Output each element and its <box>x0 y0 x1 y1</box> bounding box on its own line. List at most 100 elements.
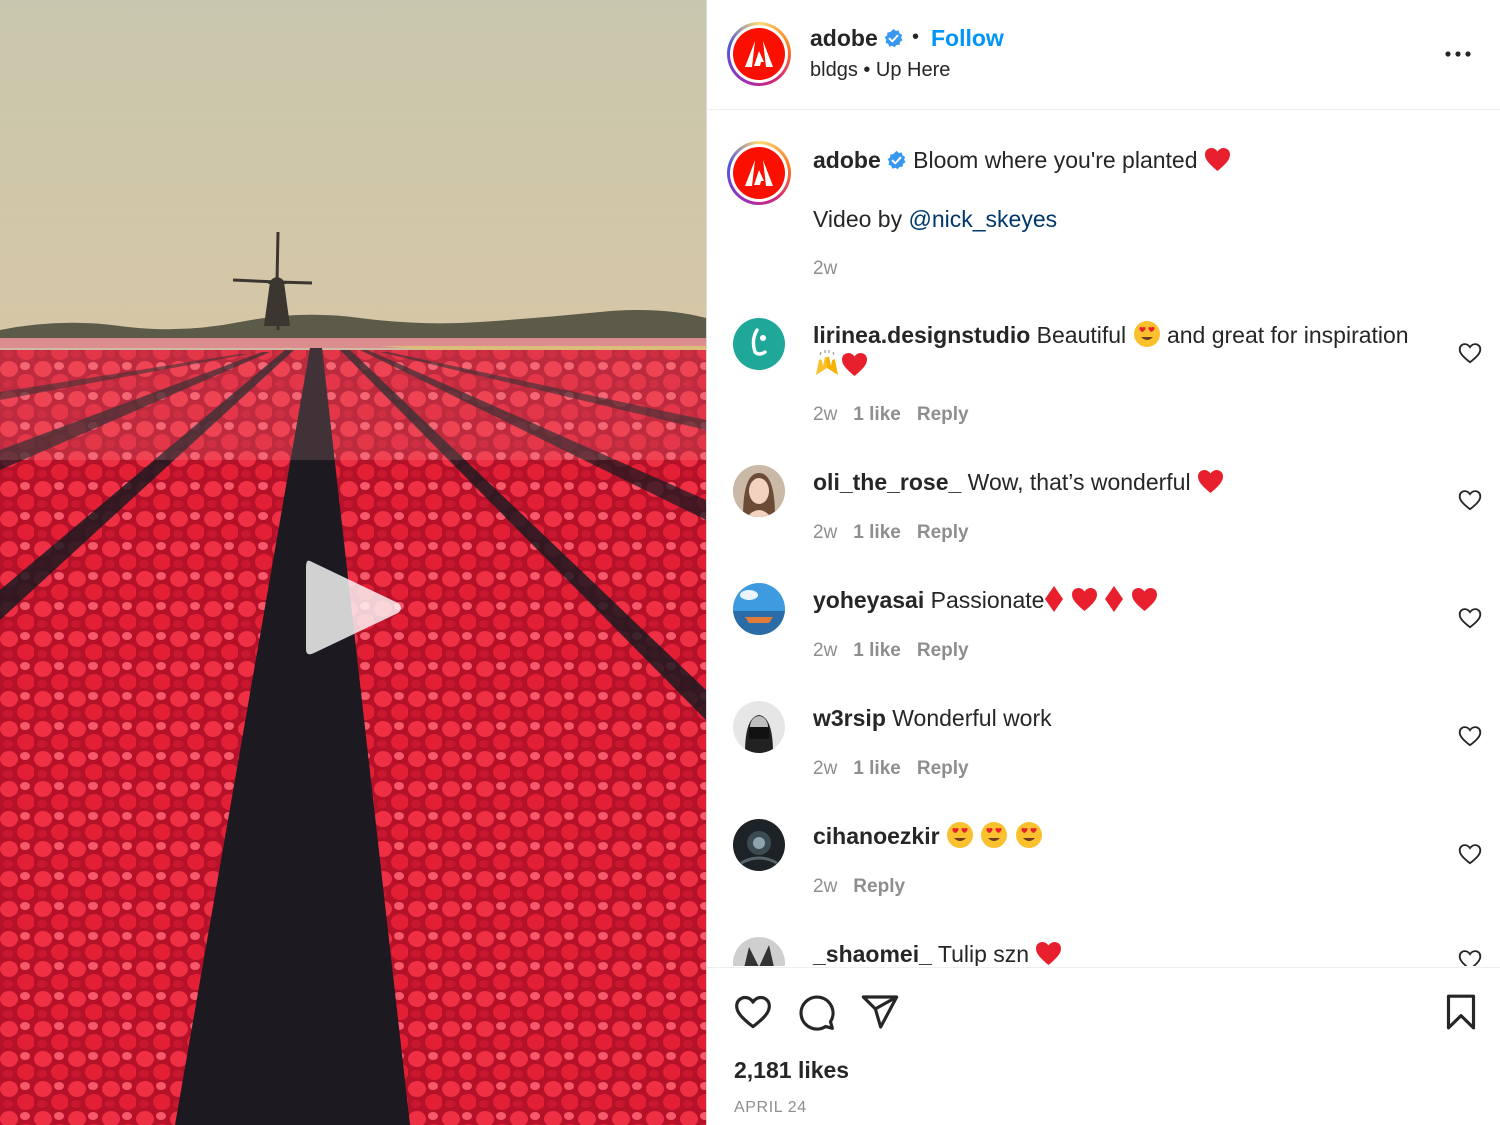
comment-body: Wonderful work <box>885 705 1052 731</box>
comment-time[interactable]: 2w <box>813 758 837 779</box>
bookmark-icon[interactable] <box>1441 992 1481 1032</box>
comment-body: Wow, that’s wonderful <box>961 469 1197 495</box>
comment-like-heart-icon[interactable] <box>1457 487 1483 513</box>
diamond-suit-emoji-icon <box>1105 586 1124 612</box>
comment-meta: 2w 1 like Reply <box>813 404 985 426</box>
reply-button[interactable]: Reply <box>853 876 905 897</box>
comment-avatar[interactable] <box>733 701 785 753</box>
author-username-text[interactable]: adobe <box>810 25 878 51</box>
caption-username[interactable]: adobe <box>813 147 881 173</box>
comment-username[interactable]: oli_the_rose_ <box>813 469 961 495</box>
comments-list[interactable]: adobe Bloom where you're planted Video b… <box>707 111 1500 966</box>
play-icon <box>306 560 401 655</box>
author-avatar[interactable] <box>727 22 791 86</box>
comment-meta: 2w 1 like Reply <box>813 640 985 662</box>
comment-likes[interactable]: 1 like <box>853 522 901 543</box>
comment-body-part1: Beautiful <box>1030 322 1133 348</box>
heart-eyes-emoji-icon <box>946 822 973 848</box>
caption: adobe Bloom where you're planted <box>813 147 1231 174</box>
avatar-landscape-icon <box>733 583 785 635</box>
follow-button[interactable]: Follow <box>931 25 1004 52</box>
comment-username[interactable]: cihanoezkir <box>813 823 940 849</box>
credit-mention-link[interactable]: @nick_skeyes <box>908 206 1057 232</box>
comment-avatar[interactable] <box>733 937 785 966</box>
post-media[interactable] <box>0 0 706 1125</box>
comment-avatar[interactable] <box>733 465 785 517</box>
audio-attribution[interactable]: bldgs • Up Here <box>810 59 950 82</box>
comment-likes[interactable]: 1 like <box>853 404 901 425</box>
post-date[interactable]: APRIL 24 <box>734 1099 807 1117</box>
adobe-logo-icon <box>745 41 773 67</box>
comment-body-part2: and great for inspiration <box>1160 322 1409 348</box>
verified-badge-icon <box>887 150 906 170</box>
comment-like-heart-icon[interactable] <box>1457 723 1483 749</box>
comment-meta: 2w Reply <box>813 876 921 898</box>
reply-button[interactable]: Reply <box>917 640 969 661</box>
heart-eyes-emoji-icon <box>1015 822 1042 848</box>
comment-like-heart-icon[interactable] <box>1457 340 1483 366</box>
heart-eyes-emoji-icon <box>1133 321 1160 347</box>
comment-text: w3rsip Wonderful work <box>813 703 1423 733</box>
post-side-panel: adobe • Follow bldgs • Up Here adobe Blo… <box>706 0 1500 1125</box>
red-heart-emoji-icon <box>1036 942 1062 965</box>
comment-text: yoheyasai Passionate <box>813 585 1423 615</box>
comment-text: cihanoezkir <box>813 821 1423 851</box>
caption-text: Bloom where you're planted <box>913 147 1198 173</box>
header-separator: • <box>912 26 920 48</box>
heart-eyes-emoji-icon <box>981 822 1008 848</box>
credit-prefix: Video by <box>813 206 909 232</box>
caption-timestamp[interactable]: 2w <box>813 258 837 280</box>
red-heart-emoji-icon <box>1197 470 1223 493</box>
avatar-bw-photo-icon <box>733 701 785 753</box>
comment-like-heart-icon[interactable] <box>1457 841 1483 867</box>
comment-username[interactable]: yoheyasai <box>813 587 924 613</box>
more-options-icon[interactable] <box>1440 36 1476 72</box>
share-icon[interactable] <box>860 992 900 1032</box>
comment-avatar[interactable] <box>733 583 785 635</box>
comment-text: _shaomei_ Tulip szn <box>813 939 1423 966</box>
adobe-logo-icon <box>745 160 773 186</box>
avatar-dark-photo-icon <box>733 819 785 871</box>
comment-username[interactable]: w3rsip <box>813 705 886 731</box>
comment-time[interactable]: 2w <box>813 404 837 425</box>
comment-body: Passionate <box>924 587 1045 613</box>
comment-time[interactable]: 2w <box>813 640 837 661</box>
post-actions: 2,181 likes APRIL 24 <box>707 967 1500 1125</box>
avatar-bw-photo-icon <box>733 937 785 966</box>
comment-icon[interactable] <box>796 992 836 1032</box>
comment-body: Tulip szn <box>931 941 1036 966</box>
red-heart-emoji-icon <box>842 353 867 376</box>
avatar-logo-icon <box>751 328 767 356</box>
author-username[interactable]: adobe <box>810 25 904 52</box>
comment-avatar[interactable] <box>733 819 785 871</box>
caption-credit: Video by @nick_skeyes <box>813 206 1057 233</box>
verified-badge-icon <box>884 28 903 48</box>
comment-avatar[interactable] <box>733 318 785 370</box>
avatar-portrait-icon <box>733 465 785 517</box>
comment-likes[interactable]: 1 like <box>853 640 901 661</box>
post-header: adobe • Follow bldgs • Up Here <box>707 0 1500 110</box>
comment-username[interactable]: _shaomei_ <box>813 941 932 966</box>
comment-like-heart-icon[interactable] <box>1457 947 1483 966</box>
reply-button[interactable]: Reply <box>917 758 969 779</box>
likes-count[interactable]: 2,181 likes <box>734 1057 849 1084</box>
comment-text: oli_the_rose_ Wow, that’s wonderful <box>813 467 1423 497</box>
diamond-suit-emoji-icon <box>1045 586 1064 612</box>
reply-button[interactable]: Reply <box>917 404 969 425</box>
heart-icon[interactable] <box>733 992 773 1032</box>
comment-meta: 2w 1 like Reply <box>813 522 985 544</box>
reply-button[interactable]: Reply <box>917 522 969 543</box>
comment-likes[interactable]: 1 like <box>853 758 901 779</box>
comment-meta: 2w 1 like Reply <box>813 758 985 780</box>
caption-avatar[interactable] <box>727 141 791 205</box>
red-heart-emoji-icon <box>1204 148 1230 171</box>
red-heart-emoji-icon <box>1071 588 1097 611</box>
comment-time[interactable]: 2w <box>813 522 837 543</box>
play-button[interactable] <box>300 555 406 661</box>
comment-username[interactable]: lirinea.designstudio <box>813 322 1030 348</box>
comment-time[interactable]: 2w <box>813 876 837 897</box>
raising-hands-emoji-icon <box>816 350 838 375</box>
comment-text: lirinea.designstudio Beautiful and great… <box>813 320 1423 380</box>
comment-like-heart-icon[interactable] <box>1457 605 1483 631</box>
red-heart-emoji-icon <box>1131 588 1157 611</box>
